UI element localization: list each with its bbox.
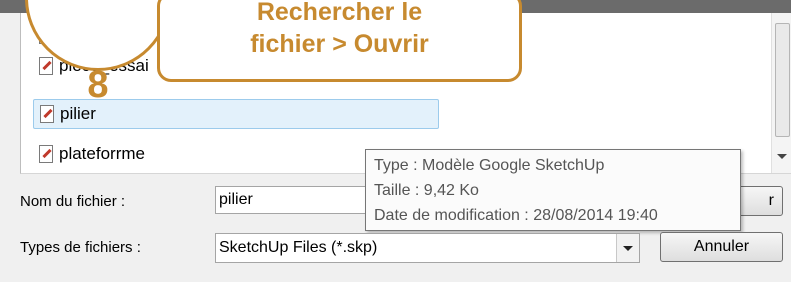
tooltip-type: Type : Modèle Google SketchUp [374,157,605,174]
instruction-callout: Rechercher le fichier > Ouvrir [157,0,522,82]
file-name: plateforrme [59,144,145,163]
filetype-value: SketchUp Files (*.skp) [219,239,378,256]
cancel-button-label: Annuler [693,238,750,255]
sketchup-file-icon [39,145,53,163]
callout-line-2: fichier > Ouvrir [250,30,429,58]
filetype-select[interactable]: SketchUp Files (*.skp) [215,233,640,263]
file-item-plateforrme[interactable]: plateforrme [33,139,145,169]
filename-input[interactable]: pilier [215,186,375,214]
cancel-button[interactable]: Annuler [660,232,783,262]
filetype-label: Types de fichiers : [20,239,141,256]
open-button-label: r [768,192,774,209]
scrollbar-thumb[interactable] [775,23,790,137]
dropdown-arrow-icon[interactable] [616,234,639,262]
callout-line-1: Rechercher le [256,0,423,26]
sketchup-file-icon [39,57,53,75]
scroll-down-arrow-icon[interactable] [777,154,787,159]
filename-label: Nom du fichier : [20,193,126,210]
file-info-tooltip: Type : Modèle Google SketchUp Taille : 9… [365,149,741,231]
tooltip-size: Taille : 9,42 Ko [374,182,479,199]
sketchup-file-icon [40,105,54,123]
vertical-scrollbar[interactable] [771,13,791,173]
tooltip-date: Date de modification : 28/08/2014 19:40 [374,207,658,224]
